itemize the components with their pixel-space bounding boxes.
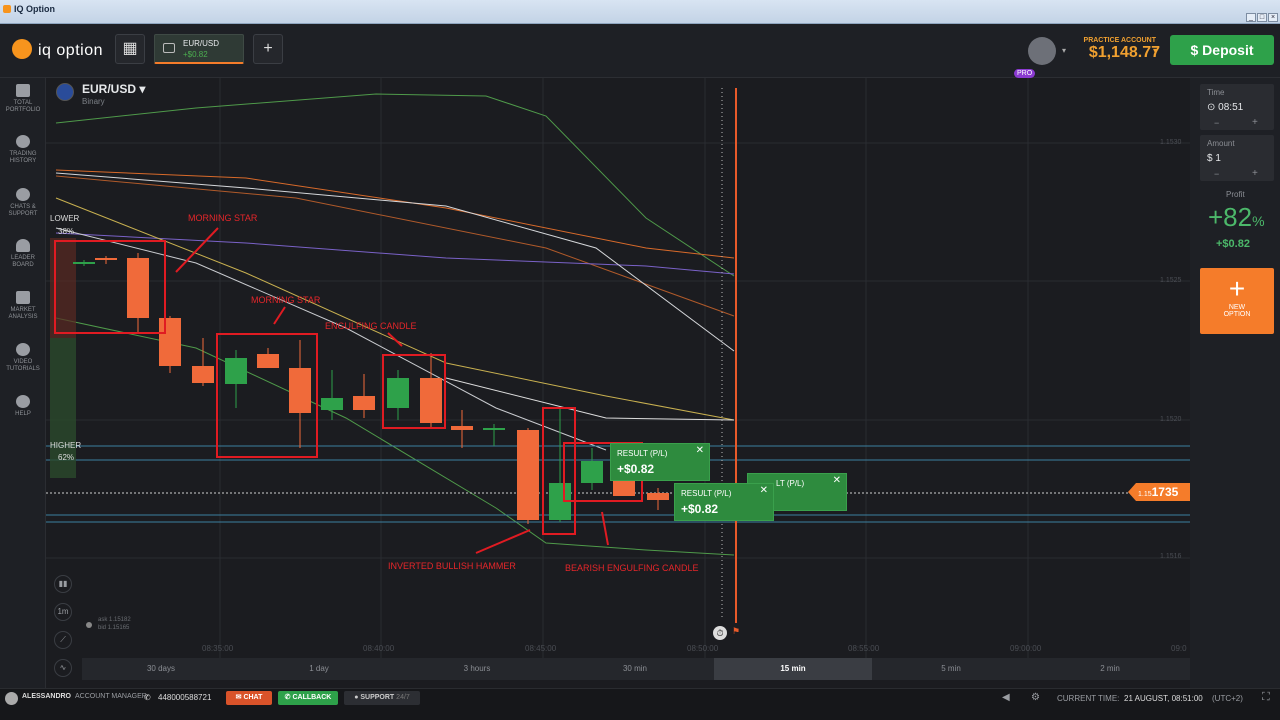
user-avatar-small	[5, 692, 18, 705]
phone-number[interactable]: 448000588721	[158, 693, 211, 702]
settings-gear-icon[interactable]: ⚙	[1031, 692, 1040, 703]
result-title: RESULT (P/L)	[617, 449, 668, 458]
timeframe-3-hours[interactable]: 3 hours	[398, 658, 556, 680]
profit-label: Profit	[1226, 190, 1245, 199]
time-decrease-button[interactable]: −	[1214, 118, 1219, 128]
amount-field[interactable]: Amount $ 1 − +	[1200, 135, 1274, 181]
result-value: +$0.82	[617, 462, 655, 476]
timeframe-1-day[interactable]: 1 day	[240, 658, 398, 680]
result-title: LT (P/L)	[776, 479, 805, 488]
ask-price: ask 1.15182	[98, 617, 131, 623]
callback-label: CALLBACK	[292, 694, 332, 701]
timezone: (UTC+2)	[1212, 694, 1243, 703]
time-label: Time	[1207, 88, 1225, 97]
chat-button[interactable]: ✉ CHAT	[226, 691, 272, 705]
fullscreen-icon[interactable]: ⛶	[1262, 691, 1270, 704]
profit-pct-sign: %	[1252, 213, 1265, 229]
indicators-icon[interactable]: ∿	[54, 659, 72, 677]
current-time: 21 AUGUST, 08:51:00	[1124, 694, 1203, 703]
timeframe-15-min[interactable]: 15 min	[714, 658, 872, 680]
profit-pct-value: +82	[1208, 202, 1253, 232]
finish-flag-icon: ⚑	[732, 626, 741, 636]
callback-button[interactable]: ✆ CALLBACK	[278, 691, 338, 705]
result-title: RESULT (P/L)	[681, 489, 732, 498]
amount-increase-button[interactable]: +	[1252, 168, 1258, 179]
timeframe-30-days[interactable]: 30 days	[82, 658, 240, 680]
close-icon[interactable]: ✕	[833, 475, 841, 486]
time-field[interactable]: Time ⊙ 08:51 − +	[1200, 84, 1274, 130]
user-name[interactable]: ALESSANDRO	[22, 693, 71, 700]
bid-price: bid 1.15165	[98, 625, 130, 631]
result-value: +$0.82	[681, 502, 719, 516]
time-value-text: 08:51	[1218, 102, 1244, 113]
drawing-tools-icon[interactable]: ⟋	[54, 631, 72, 649]
annotation-arrows	[175, 227, 609, 554]
close-icon[interactable]: ✕	[696, 445, 704, 456]
new-option-label: NEW OPTION	[1223, 304, 1251, 318]
timeframe-bar: 30 days 1 day 3 hours 30 min 15 min 5 mi…	[82, 658, 1190, 680]
support-button[interactable]: ● SUPPORT 24/7	[344, 691, 420, 705]
support-hours: 24/7	[396, 694, 410, 701]
timeframe-button[interactable]: 1m	[54, 603, 72, 621]
info-icon	[86, 622, 92, 628]
sound-icon[interactable]: ◀︎	[1002, 692, 1010, 703]
amount-decrease-button[interactable]: −	[1214, 169, 1219, 179]
phone-icon: ✆	[144, 693, 151, 702]
amount-label: Amount	[1207, 139, 1235, 148]
footer-bar: ALESSANDRO ACCOUNT MANAGER ✆ 44800058872…	[0, 688, 1280, 720]
close-icon[interactable]: ✕	[760, 485, 768, 496]
timeframe-2-min[interactable]: 2 min	[1030, 658, 1190, 680]
timeframe-30-min[interactable]: 30 min	[556, 658, 714, 680]
account-manager-label: ACCOUNT MANAGER	[75, 693, 147, 700]
chat-label: CHAT	[243, 694, 263, 701]
profit-percent: +82%	[1208, 202, 1265, 233]
time-value: ⊙ 08:51	[1207, 102, 1244, 113]
result-card[interactable]: RESULT (P/L) +$0.82 ✕	[674, 483, 774, 521]
time-increase-button[interactable]: +	[1252, 117, 1258, 128]
current-time-label: CURRENT TIME:	[1057, 694, 1120, 703]
result-card[interactable]: RESULT (P/L) +$0.82 ✕	[610, 443, 710, 481]
chart-type-icon[interactable]: ▮▮	[54, 575, 72, 593]
profit-amount: +$0.82	[1216, 238, 1250, 250]
new-option-button[interactable]: + NEW OPTION	[1200, 268, 1274, 334]
support-label: SUPPORT	[360, 694, 395, 701]
timer-icon: ⏱	[713, 626, 727, 640]
plus-icon: +	[1228, 273, 1246, 304]
amount-value[interactable]: $ 1	[1207, 153, 1221, 164]
timeframe-5-min[interactable]: 5 min	[872, 658, 1030, 680]
